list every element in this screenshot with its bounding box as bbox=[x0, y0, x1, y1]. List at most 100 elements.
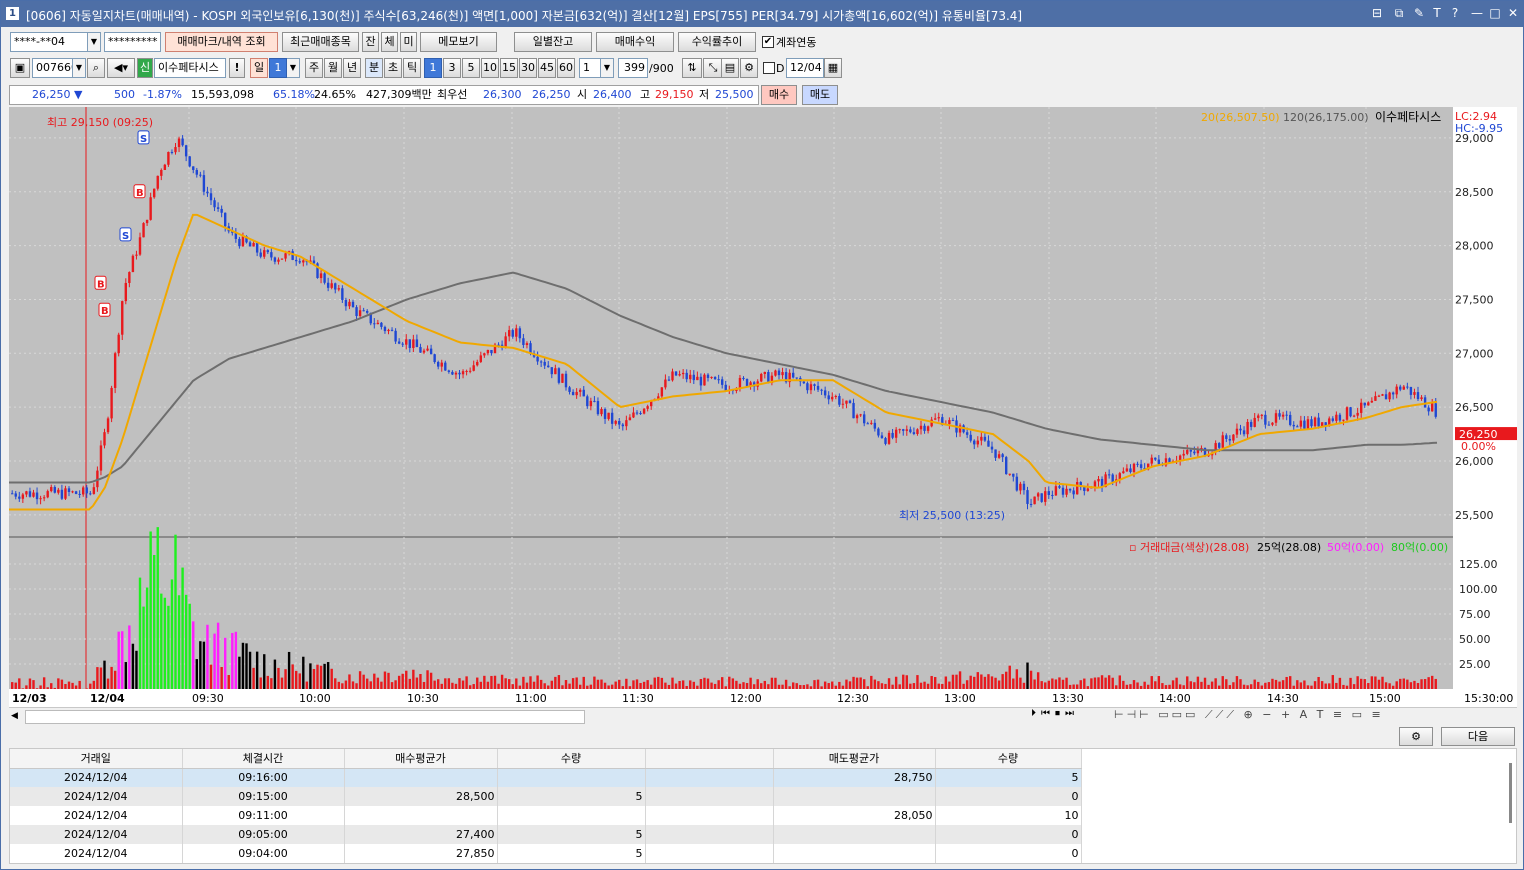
interval-45-button[interactable]: 45 bbox=[538, 58, 556, 78]
gear-icon[interactable]: ⚙ bbox=[740, 58, 758, 78]
return-trend-button[interactable]: 수익률추이 bbox=[678, 32, 756, 52]
indicator-icon[interactable]: ⇅ bbox=[682, 58, 702, 78]
next-button[interactable]: 다음 bbox=[1441, 727, 1515, 746]
volume-bar bbox=[809, 686, 813, 689]
candle-body bbox=[170, 151, 174, 153]
playback-controls[interactable]: ⏵⏮⏹⏭ bbox=[1031, 708, 1111, 726]
chevron-down-icon[interactable]: ▼ bbox=[73, 58, 86, 78]
period-month-button[interactable]: 월 bbox=[324, 58, 342, 78]
stop-icon[interactable]: ⏹ bbox=[1055, 708, 1065, 719]
price-chart[interactable]: 25,500 26,000 26,500 27,000 27,500 28,000 28,5… bbox=[9, 107, 1517, 707]
volume-bar bbox=[444, 678, 447, 689]
candle-body bbox=[160, 169, 163, 176]
candle-body bbox=[980, 436, 983, 441]
account-link-checkbox[interactable]: ✔ bbox=[762, 36, 774, 48]
jan-button[interactable]: 잔 bbox=[362, 32, 379, 52]
sound-icon[interactable]: ◀▾ bbox=[107, 58, 135, 78]
minimize-icon[interactable]: — bbox=[1469, 5, 1485, 21]
font-icon[interactable]: T bbox=[1429, 5, 1445, 21]
volume-bar bbox=[529, 676, 532, 689]
first-icon[interactable]: ⏮ bbox=[1041, 708, 1055, 719]
stock-name-field[interactable]: 이수페타시스 bbox=[154, 58, 226, 78]
settings-icon[interactable]: ⚙ bbox=[1399, 727, 1433, 746]
close-icon[interactable]: ✕ bbox=[1505, 5, 1521, 21]
period-day-number[interactable]: 1 bbox=[269, 58, 287, 78]
vol-legend-25: 25억(28.08) bbox=[1257, 541, 1321, 554]
account-select[interactable]: ****-**04 bbox=[10, 32, 88, 52]
date-checkbox[interactable] bbox=[763, 62, 775, 74]
period-week-button[interactable]: 주 bbox=[305, 58, 323, 78]
interval-60-button[interactable]: 60 bbox=[557, 58, 575, 78]
low-annotation: 최저 25,500 (13:25) bbox=[899, 509, 1005, 522]
volume-bar bbox=[568, 683, 571, 689]
period-minute-button[interactable]: 분 bbox=[365, 58, 383, 78]
che-button[interactable]: 체 bbox=[381, 32, 398, 52]
period-year-button[interactable]: 년 bbox=[343, 58, 361, 78]
interval-3-button[interactable]: 3 bbox=[443, 58, 461, 78]
mi-button[interactable]: 미 bbox=[400, 32, 417, 52]
scroll-left-icon[interactable]: ◀ bbox=[11, 711, 21, 723]
interval-5-button[interactable]: 5 bbox=[462, 58, 480, 78]
table-scrollbar[interactable] bbox=[1509, 763, 1512, 823]
stock-code-input[interactable]: 007660 bbox=[32, 58, 73, 78]
table-row[interactable]: 2024/12/04 09:16:00 28,750 5 bbox=[10, 768, 1082, 787]
candle-body bbox=[216, 207, 220, 209]
volume-bar bbox=[738, 683, 742, 689]
chevron-down-icon[interactable]: ▼ bbox=[601, 58, 614, 78]
calendar-icon[interactable]: ▦ bbox=[824, 58, 842, 78]
period-second-button[interactable]: 초 bbox=[384, 58, 402, 78]
x-tick-label: 13:00 bbox=[944, 692, 976, 705]
period-day-button[interactable]: 일 bbox=[250, 58, 268, 78]
col-exec-time[interactable]: 체결시간 bbox=[182, 749, 345, 769]
col-buy-avg[interactable]: 매수평균가 bbox=[344, 749, 498, 769]
chart-area[interactable]: 25,500 26,000 26,500 27,000 27,500 28,000 28,5… bbox=[9, 107, 1517, 707]
interval-input[interactable]: 1 bbox=[579, 58, 601, 78]
last-icon[interactable]: ⏭ bbox=[1065, 708, 1079, 719]
buy-button[interactable]: 매수 bbox=[761, 85, 797, 105]
daily-balance-button[interactable]: 일별잔고 bbox=[514, 32, 592, 52]
trade-profit-button[interactable]: 매매수익 bbox=[596, 32, 674, 52]
tool-icon[interactable]: ⤡ bbox=[703, 58, 723, 78]
play-icon[interactable]: ⏵ bbox=[1031, 708, 1041, 719]
edit-icon[interactable]: ✎ bbox=[1411, 5, 1427, 21]
password-field[interactable]: ********* bbox=[104, 32, 161, 52]
help-icon[interactable]: ? bbox=[1447, 5, 1463, 21]
scroll-thumb[interactable] bbox=[25, 710, 585, 724]
window-icon[interactable]: ⧉ bbox=[1391, 5, 1407, 21]
sell-button[interactable]: 매도 bbox=[802, 85, 838, 105]
app-icon[interactable]: 1 bbox=[6, 7, 19, 20]
chevron-down-icon[interactable]: ▼ bbox=[287, 58, 300, 78]
interval-15-button[interactable]: 15 bbox=[500, 58, 518, 78]
table-row[interactable]: 2024/12/04 09:05:00 27,400 5 0 bbox=[10, 825, 1082, 844]
candle-body bbox=[777, 370, 781, 376]
recent-trade-button[interactable]: 최근매매종목 bbox=[282, 32, 359, 52]
warning-button[interactable]: ! bbox=[229, 58, 245, 78]
interval-10-button[interactable]: 10 bbox=[481, 58, 499, 78]
maximize-icon[interactable]: □ bbox=[1487, 5, 1503, 21]
drawing-tools[interactable]: ⊢⊣⊢ ▭▭▭ ⟋⟋⟋ ⊕ − + A T ≡ ▭ ≡ bbox=[1114, 708, 1514, 726]
table-row[interactable]: 2024/12/04 09:11:00 28,050 10 bbox=[10, 806, 1082, 825]
period-tick-button[interactable]: 틱 bbox=[403, 58, 421, 78]
save-icon[interactable]: ▤ bbox=[721, 58, 739, 78]
memo-button[interactable]: 메모보기 bbox=[420, 32, 497, 52]
table-row[interactable]: 2024/12/04 09:04:00 27,850 5 0 bbox=[10, 844, 1082, 863]
volume-bar bbox=[731, 678, 735, 689]
table-row[interactable]: 2024/12/04 09:15:00 28,500 5 0 bbox=[10, 787, 1082, 806]
col-sell-qty[interactable]: 수량 bbox=[935, 749, 1082, 769]
chevron-down-icon[interactable]: ▼ bbox=[88, 32, 101, 52]
search-icon[interactable]: ⌕ bbox=[87, 58, 105, 78]
interval-30-button[interactable]: 30 bbox=[519, 58, 537, 78]
bar-count-input[interactable]: 399 bbox=[618, 58, 648, 78]
trade-mark-button[interactable]: 매매마크/내역 조회 bbox=[165, 32, 278, 52]
interval-1-button[interactable]: 1 bbox=[424, 58, 442, 78]
screen-icon[interactable]: ▣ bbox=[10, 58, 30, 78]
col-buy-qty[interactable]: 수량 bbox=[497, 749, 646, 769]
volume-bar bbox=[1072, 684, 1075, 689]
col-sell-avg[interactable]: 매도평균가 bbox=[773, 749, 936, 769]
chart-scrollbar[interactable]: ◀ ⏵⏮⏹⏭ ⊢⊣⊢ ▭▭▭ ⟋⟋⟋ ⊕ − + A T ≡ ▭ ≡ bbox=[9, 707, 1517, 725]
candle-body bbox=[681, 372, 685, 375]
volume-bar bbox=[806, 684, 809, 689]
date-input[interactable]: 12/04 bbox=[786, 58, 824, 78]
col-trade-date[interactable]: 거래일 bbox=[10, 749, 183, 769]
layout-icon[interactable]: ⊟ bbox=[1369, 5, 1385, 21]
